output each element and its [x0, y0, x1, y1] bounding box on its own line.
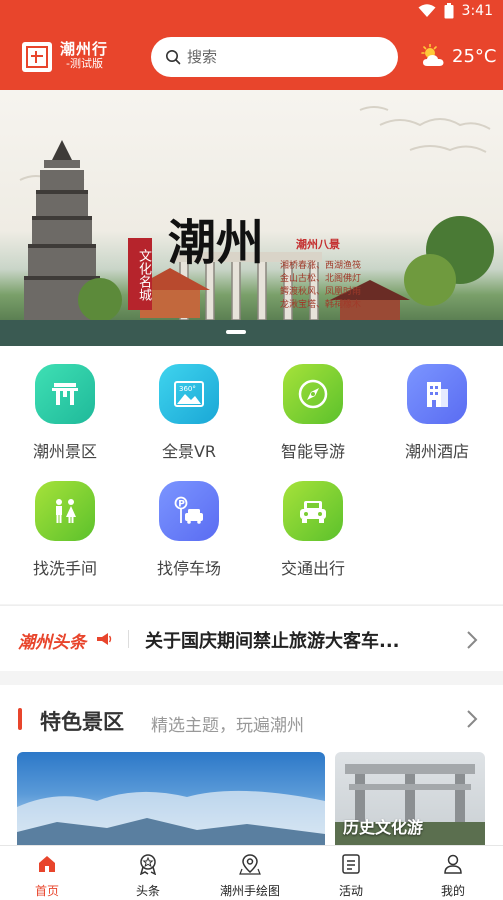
news-ticker[interactable]: 潮州头条 关于国庆期间禁止旅游大客车... — [0, 605, 503, 671]
grid-item-label: 潮州酒店 — [404, 442, 469, 461]
banner-carousel[interactable]: 文化名城 潮州 潮州八景 湘桥春涨、西湖渔筏 金山古松、北阁佛灯 鳄渡秋风、凤凰… — [0, 90, 503, 346]
partly-cloudy-icon — [421, 44, 444, 66]
wifi-icon — [418, 4, 436, 17]
svg-text:360°: 360° — [179, 385, 196, 393]
grid-item-vr[interactable]: 360° 全景VR — [139, 364, 239, 462]
tab-home[interactable]: 首页 — [0, 852, 97, 899]
grid-item-restroom[interactable]: 找洗手间 — [15, 481, 115, 579]
vr-image-icon: 360° — [159, 364, 219, 424]
tab-label: 我的 — [440, 884, 465, 898]
banner-title: 潮州 — [168, 215, 265, 271]
banner-tag: 文化名城 — [128, 238, 152, 310]
tab-hand-drawn-map[interactable]: 潮州手绘图 — [200, 852, 300, 899]
megaphone-icon — [97, 633, 112, 645]
user-icon — [444, 854, 462, 874]
news-divider — [128, 630, 129, 648]
tab-label: 首页 — [34, 884, 59, 898]
banner-poem-line: 湘桥春涨、西湖渔筏 — [280, 261, 362, 271]
brand: 潮州行 -测试版 — [60, 41, 108, 71]
grid-item-label: 找停车场 — [156, 559, 221, 578]
home-icon — [39, 856, 55, 872]
compass-icon — [283, 364, 343, 424]
weather-temperature: 25°C — [452, 45, 497, 67]
grid-item-label: 智能导游 — [280, 442, 345, 461]
banner-poem-line: 金山古松、北阁佛灯 — [280, 274, 362, 284]
grid-item-label: 交通出行 — [280, 559, 345, 578]
card-label: 历史文化游 — [343, 818, 424, 837]
parking-icon: P — [159, 481, 219, 541]
activity-icon — [342, 854, 360, 874]
banner-subtitle: 潮州八景 — [296, 238, 340, 251]
car-icon — [283, 481, 343, 541]
card-image — [17, 790, 325, 845]
grid-item-label: 找洗手间 — [32, 559, 97, 578]
chevron-right-icon[interactable] — [466, 709, 478, 729]
tab-label: 潮州手绘图 — [219, 884, 280, 898]
featured-card-history[interactable]: 历史文化游 — [335, 752, 485, 845]
tab-headlines[interactable]: 头条 — [98, 852, 198, 899]
section-subtitle: 精选主题，玩遍潮州 — [151, 716, 304, 736]
map-pin-icon — [239, 854, 261, 875]
featured-section: 特色景区 精选主题，玩遍潮州 历史文化游 — [0, 685, 503, 845]
feature-grid: 潮州景区 360° 全景VR 智能导游 潮州酒店 找洗手间 P 找停车场 交通出 — [0, 346, 503, 604]
hotel-icon — [407, 364, 467, 424]
news-logo: 潮州头条 — [18, 633, 86, 653]
grid-item-parking[interactable]: P 找停车场 — [139, 481, 239, 579]
status-time: 3:41 — [461, 3, 493, 19]
search-box[interactable] — [151, 37, 398, 77]
search-input[interactable] — [187, 45, 377, 69]
app-header: 潮州行 -测试版 25°C — [0, 24, 503, 90]
grid-item-transport[interactable]: 交通出行 — [263, 481, 363, 579]
headline-badge-icon — [139, 854, 157, 875]
bottom-tab-bar: 首页 头条 潮州手绘图 活动 我的 — [0, 845, 503, 900]
banner-poem-line: 鳄渡秋风、凤凰时雨 — [280, 287, 362, 297]
status-bar: 3:41 — [0, 0, 503, 24]
grid-item-guide[interactable]: 智能导游 — [263, 364, 363, 462]
brand-title: 潮州行 — [60, 40, 109, 58]
grid-item-label: 潮州景区 — [32, 442, 97, 461]
featured-card-scenery[interactable] — [17, 752, 325, 845]
battery-icon — [444, 3, 454, 19]
grid-item-label: 全景VR — [161, 442, 217, 461]
grid-item-scenic[interactable]: 潮州景区 — [15, 364, 115, 462]
tab-label: 活动 — [338, 884, 363, 898]
search-icon — [166, 50, 181, 65]
banner-poem-line: 龙湫宝塔、韩祠橡木 — [280, 300, 362, 310]
banner-poem: 湘桥春涨、西湖渔筏 金山古松、北阁佛灯 鳄渡秋风、凤凰时雨 龙湫宝塔、韩祠橡木 — [280, 260, 380, 312]
tab-profile[interactable]: 我的 — [403, 852, 503, 899]
section-accent-bar — [18, 708, 22, 730]
brand-subtitle: -测试版 — [66, 57, 103, 70]
app-logo — [22, 42, 52, 72]
svg-text:P: P — [178, 499, 185, 509]
restroom-icon — [35, 481, 95, 541]
tab-activities[interactable]: 活动 — [301, 852, 401, 899]
tab-label: 头条 — [135, 884, 160, 898]
gate-icon — [35, 364, 95, 424]
weather-widget[interactable]: 25°C — [420, 44, 496, 68]
chevron-right-icon[interactable] — [466, 630, 478, 650]
grid-item-hotel[interactable]: 潮州酒店 — [387, 364, 487, 462]
news-headline[interactable]: 关于国庆期间禁止旅游大客车... — [145, 627, 435, 653]
carousel-indicator[interactable] — [226, 330, 246, 334]
section-title: 特色景区 — [40, 710, 124, 734]
